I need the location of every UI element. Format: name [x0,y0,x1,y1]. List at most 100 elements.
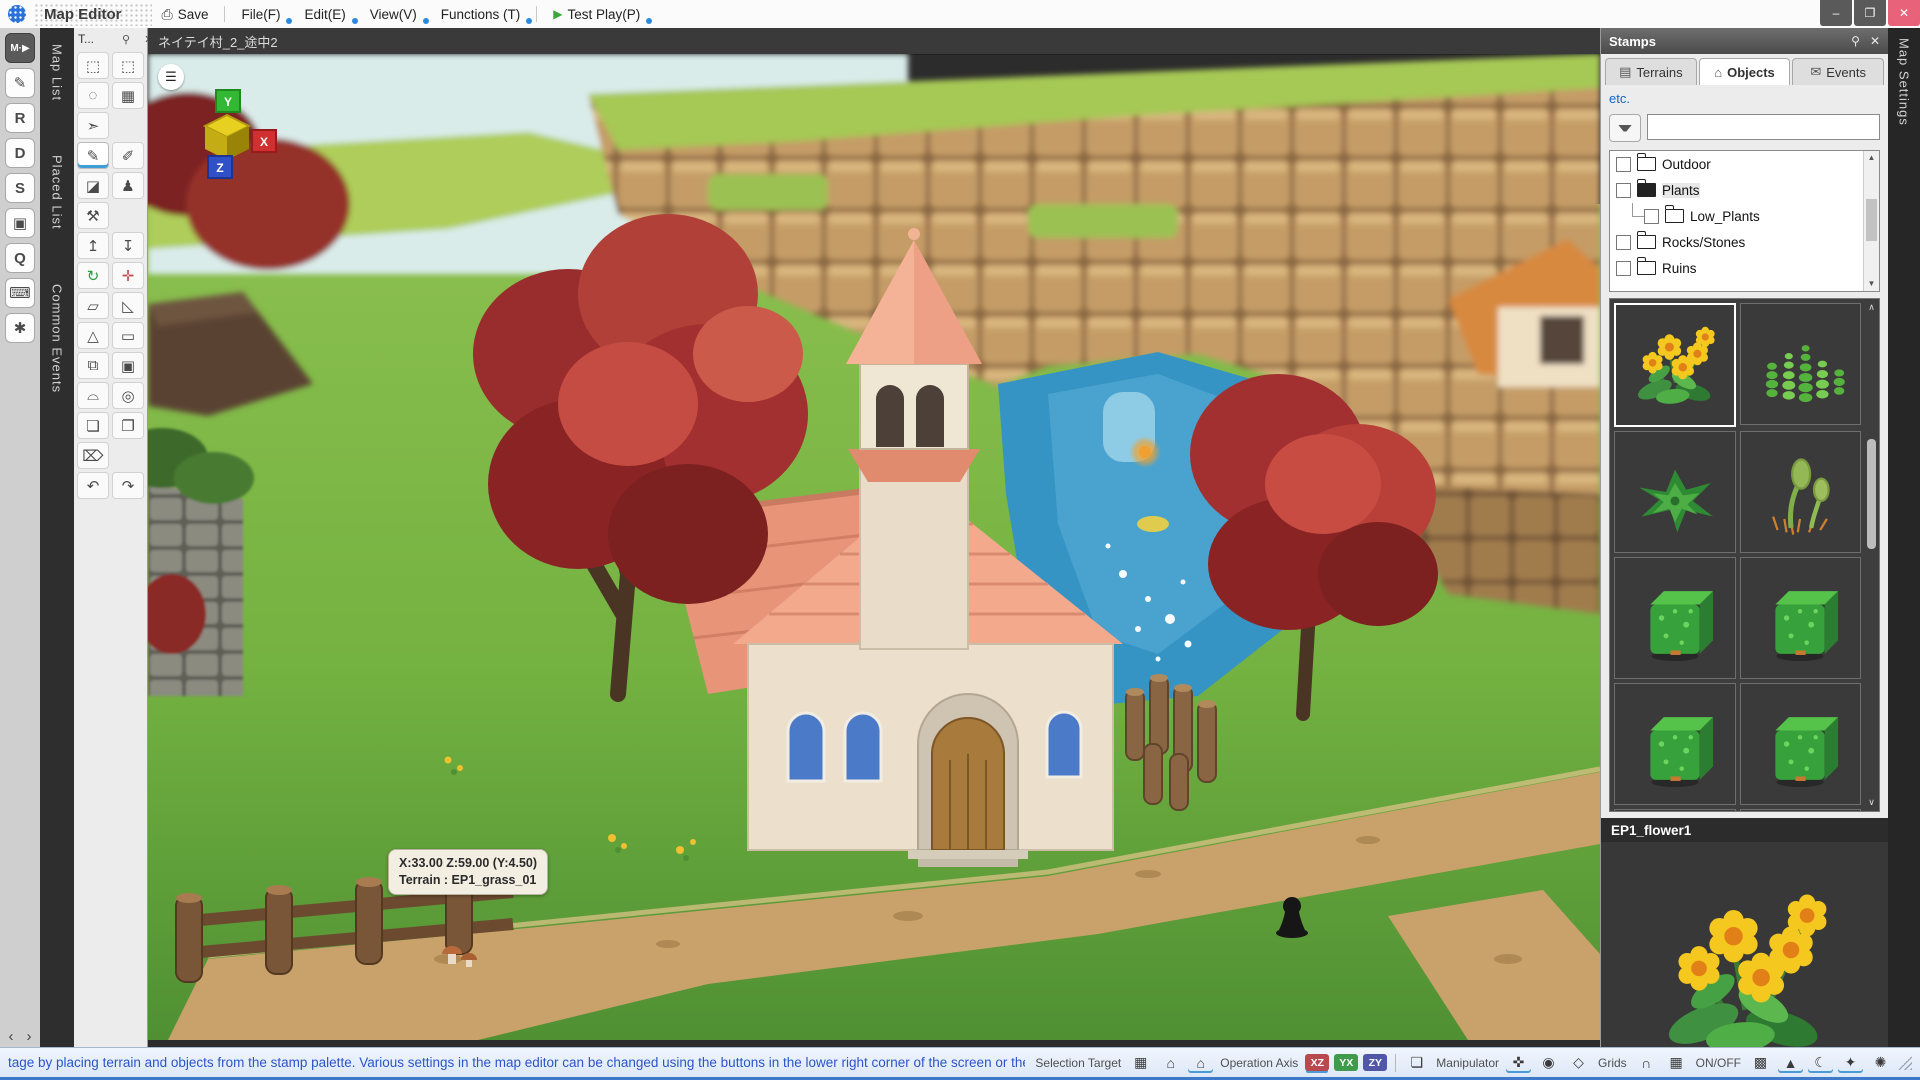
checkbox[interactable] [1616,157,1631,172]
stamp-thumbnail[interactable] [1614,809,1736,812]
rail-icon[interactable]: D [5,138,35,168]
tool-button[interactable]: ➣ [77,112,109,139]
axis-button[interactable]: YX [1334,1054,1358,1071]
snap-magnet-icon[interactable]: ∩ [1634,1052,1659,1073]
menu-item[interactable]: View(V) [360,5,427,24]
tool-button[interactable]: ◌ [77,82,109,109]
etc-link[interactable]: etc. [1601,85,1888,108]
filter-button[interactable] [1609,114,1641,142]
axis-button[interactable]: XZ [1305,1054,1329,1071]
tool-button[interactable]: ⬚ [77,52,109,79]
tree-scrollbar[interactable]: ▲ ▼ [1863,151,1879,291]
scroll-left-arrow[interactable]: ‹ [9,1028,14,1045]
grid-toggle-icon[interactable]: ▩ [1748,1052,1773,1073]
tool-button[interactable]: ↶ [77,472,109,499]
tool-button[interactable]: ▭ [112,322,144,349]
axis-button[interactable]: ZY [1363,1054,1387,1071]
scroll-thumb[interactable] [1866,199,1877,241]
menu-item[interactable]: Edit(E) [294,5,355,24]
tool-button[interactable]: ▱ [77,292,109,319]
creature-icon[interactable]: ✺ [1868,1052,1893,1073]
tool-button[interactable] [112,112,144,139]
tool-button[interactable]: ✛ [112,262,144,289]
stamp-thumbnail[interactable] [1740,809,1862,812]
rail-icon[interactable]: ▣ [5,208,35,238]
tool-button[interactable]: ✐ [112,142,144,169]
rail-icon[interactable]: Q [5,243,35,273]
grid-scrollbar[interactable]: ∧ ∨ [1864,299,1879,811]
tool-button[interactable]: ♟ [112,172,144,199]
tree-row[interactable]: Ruins [1610,255,1879,281]
stamp-thumbnail[interactable] [1740,557,1862,679]
light-icon[interactable]: ▲ [1778,1052,1803,1073]
tool-button[interactable]: ▦ [112,82,144,109]
scroll-down-arrow[interactable]: ▼ [1864,277,1879,291]
object-target-icon[interactable]: ⌂ [1188,1052,1213,1073]
tool-button[interactable]: ⌓ [77,382,109,409]
side-tab[interactable]: Placed List [50,155,65,230]
scene-canvas[interactable]: X:33.00 Z:59.00 (Y:4.50) Terrain : EP1_g… [148,54,1600,1040]
resize-grip[interactable] [1898,1056,1912,1070]
axis-cube[interactable]: Y X Z [172,82,282,192]
layers-icon[interactable]: ❏ [1404,1052,1429,1073]
tool-button[interactable]: ❏ [77,412,109,439]
tree-row[interactable]: Outdoor [1610,151,1879,177]
tree-row[interactable]: Plants [1610,177,1879,203]
tool-button[interactable]: ✎ [77,142,109,169]
grid-icon[interactable]: ▦ [1664,1052,1689,1073]
tool-button[interactable]: △ [77,322,109,349]
stamp-search-input[interactable] [1647,114,1880,140]
view-gizmo[interactable]: ☰ Y X Z [158,64,268,174]
pin-icon[interactable]: ⚲ [122,33,130,46]
tool-button[interactable]: ⧉ [77,352,109,379]
tool-button[interactable]: ◺ [112,292,144,319]
tool-button[interactable] [112,442,144,469]
tool-button[interactable]: ❐ [112,412,144,439]
menu-item[interactable]: File(F) [231,5,290,24]
tool-button[interactable]: ◪ [77,172,109,199]
tool-button[interactable]: ⚒ [77,202,109,229]
scroll-up-arrow[interactable]: ∧ [1864,299,1879,315]
terrain-target-icon[interactable]: ⌂ [1158,1052,1183,1073]
tool-button[interactable]: ⌦ [77,442,109,469]
rail-icon[interactable]: ✱ [5,313,35,343]
stamp-thumbnail[interactable] [1614,557,1736,679]
checkbox[interactable] [1616,235,1631,250]
scroll-up-arrow[interactable]: ▲ [1864,151,1879,165]
checkbox[interactable] [1644,209,1659,224]
side-tab[interactable]: Map List [50,44,65,101]
pin-icon[interactable]: ⚲ [1851,34,1860,48]
menu-item[interactable]: Functions (T) [431,5,531,24]
stamps-tab[interactable]: ✉Events [1792,58,1884,85]
rail-icon[interactable]: M·▶ [5,33,35,63]
map-tab[interactable]: ネイテイ村_2_途中2 [148,32,278,51]
stamp-thumbnail[interactable] [1614,683,1736,805]
rotate-manipulator-icon[interactable]: ◉ [1536,1052,1561,1073]
stamp-thumbnail[interactable] [1740,683,1862,805]
scroll-thumb[interactable] [1867,439,1876,549]
minimize-button[interactable]: – [1820,0,1852,26]
save-button[interactable]: ⎙ Save [152,4,219,25]
stamps-tab[interactable]: ▤Terrains [1605,58,1697,85]
tree-row[interactable]: Low_Plants [1610,203,1879,229]
scale-manipulator-icon[interactable]: ◇ [1566,1052,1591,1073]
selection-grid-icon[interactable]: ▦ [1128,1052,1153,1073]
tool-button[interactable]: ↷ [112,472,144,499]
rail-icon[interactable]: ⌨ [5,278,35,308]
tool-button[interactable]: ↥ [77,232,109,259]
scroll-right-arrow[interactable]: › [27,1028,32,1045]
tree-row[interactable]: Rocks/Stones [1610,229,1879,255]
checkbox[interactable] [1616,261,1631,276]
close-button[interactable]: ✕ [1888,0,1920,26]
stamp-thumbnail[interactable] [1740,431,1862,553]
tool-button[interactable]: ⬚ [112,52,144,79]
moon-icon[interactable]: ☾ [1808,1052,1833,1073]
map-settings-tab[interactable]: Map Settings [1897,38,1912,126]
move-manipulator-icon[interactable]: ✜ [1506,1052,1531,1073]
stamp-thumbnail[interactable] [1614,303,1736,427]
side-tab[interactable]: Common Events [50,284,65,393]
checkbox[interactable] [1616,183,1631,198]
stamp-thumbnail[interactable] [1740,303,1862,425]
stamps-tab[interactable]: ⌂Objects [1699,58,1791,85]
close-icon[interactable]: ✕ [1870,34,1880,48]
